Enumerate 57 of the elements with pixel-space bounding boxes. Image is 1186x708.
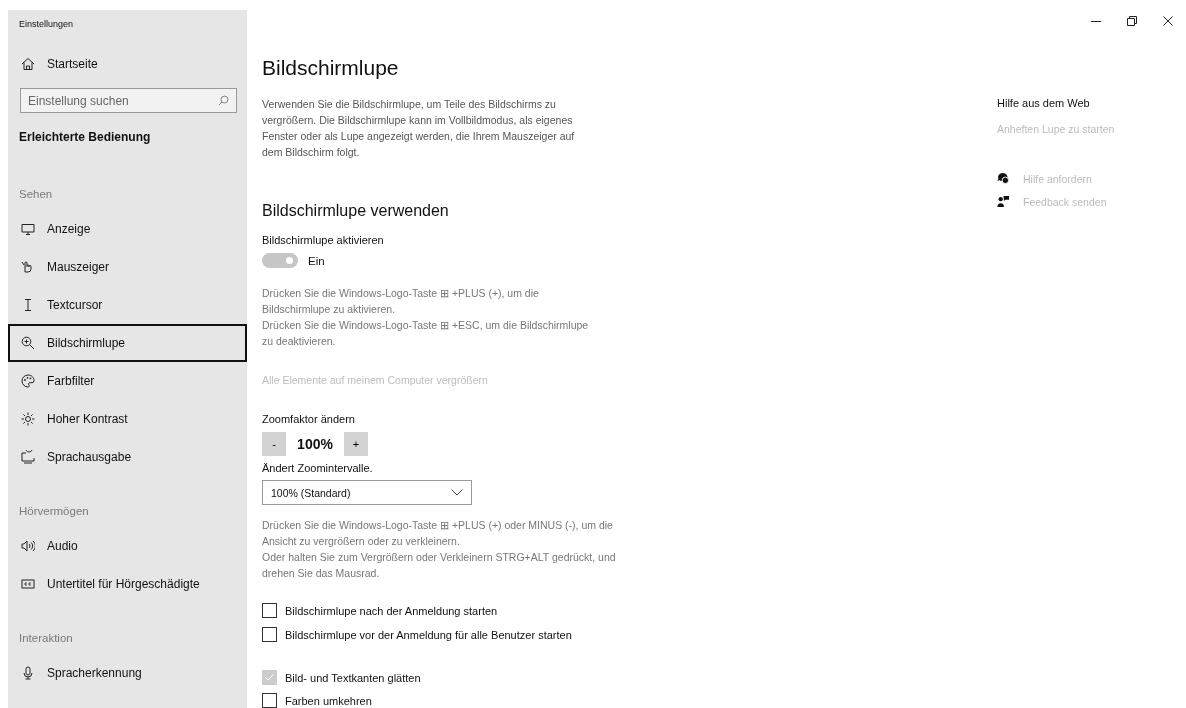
hand-pointer-icon (21, 260, 35, 274)
sidebar-item[interactable]: Sprachausgabe (8, 438, 247, 476)
home-link[interactable]: Startseite (8, 46, 247, 81)
restore-icon[interactable] (1127, 16, 1137, 26)
sidebar-item[interactable]: Audio (8, 527, 247, 565)
zoom-value: 100% (296, 436, 334, 452)
sidebar-item[interactable]: Untertitel für Hörgeschädigte (8, 565, 247, 603)
chevron-down-icon (451, 489, 463, 496)
sidebar-item[interactable]: Bildschirmlupe (8, 324, 247, 362)
close-icon[interactable] (1163, 16, 1173, 26)
search-icon (218, 95, 229, 106)
hint-text: Drücken Sie die Windows-Logo-Taste ⊞ +ESC, um die Bildschirmlupe zu deaktivieren. (262, 318, 590, 349)
sidebar-item[interactable]: Mauszeiger (8, 248, 247, 286)
description-text: Verwenden Sie die Bildschirmlupe, um Teile des Bildschirms zu vergrößern. Die Bildschirmlupe kann im Vollbildmodus, als eigenes Fenster oder als Lupe angezeigt werden, die Ihrem Mauszeiger auf dem Bildschirm folgt. (262, 97, 576, 160)
feedback-icon (997, 195, 1010, 208)
interval-dropdown[interactable]: 100% (Standard) (262, 480, 472, 505)
help-chat-icon (997, 172, 1010, 185)
sidebar-item[interactable]: Spracherkennung (8, 654, 247, 692)
sidebar-item[interactable]: Textcursor (8, 286, 247, 324)
checkbox[interactable] (262, 603, 277, 618)
sun-icon (21, 412, 35, 426)
page-title: Bildschirmlupe (262, 56, 400, 80)
window-title: Einstellungen (18, 18, 75, 31)
checkbox-label: Bildschirmlupe vor der Anmeldung für alle Benutzer starten (285, 628, 572, 641)
hint-text: Oder halten Sie zum Vergrößern oder Verkleinern STRG+ALT gedrückt, und drehen Sie das Mausrad. (262, 550, 617, 581)
check-icon (263, 671, 276, 684)
captions-icon (21, 577, 35, 591)
zoom-out-button[interactable]: - (262, 432, 286, 456)
sidebar-item[interactable]: Farbfilter (8, 362, 247, 400)
palette-icon (21, 374, 35, 388)
checkbox-label: Farben umkehren (285, 694, 372, 707)
checkbox-label: Bildschirmlupe nach der Anmeldung starten (285, 604, 498, 617)
hint-text: Drücken Sie die Windows-Logo-Taste ⊞ +PLUS (+), um die Bildschirmlupe zu aktivieren. (262, 286, 540, 317)
interval-label: Ändert Zoomintervalle. (262, 462, 374, 474)
group-heading: Hörvermögen (18, 504, 90, 519)
zoom-label: Zoomfaktor ändern (262, 413, 356, 425)
microphone-icon (21, 666, 35, 680)
checkbox[interactable] (262, 627, 277, 642)
sidebar-item[interactable]: Anzeige (8, 210, 247, 248)
zoom-in-icon (21, 336, 35, 350)
hint-text: Drücken Sie die Windows-Logo-Taste ⊞ +PLUS (+) oder MINUS (-), um die Ansicht zu vergrößern oder zu verkleinern. (262, 518, 614, 549)
speaker-icon (21, 539, 35, 553)
checkbox[interactable] (262, 693, 277, 708)
help-heading: Hilfe aus dem Web (997, 97, 1091, 109)
checkbox-label: Bild- und Textkanten glätten (285, 671, 421, 684)
home-icon (21, 56, 35, 71)
sidebar-item[interactable]: Hoher Kontrast (8, 400, 247, 438)
narrator-icon (21, 450, 35, 464)
toggle-label: Bildschirmlupe aktivieren (262, 234, 385, 246)
monitor-icon (21, 222, 35, 236)
group-heading: Sehen (18, 187, 54, 202)
toggle-state: Ein (308, 254, 325, 267)
category-heading: Erleichterte Bedienung (18, 129, 152, 146)
section-heading: Bildschirmlupe verwenden (262, 202, 450, 220)
group-heading: Interaktion (18, 631, 74, 646)
zoom-in-button[interactable]: + (344, 432, 368, 456)
search-field[interactable]: Einstellung suchen (20, 88, 237, 113)
